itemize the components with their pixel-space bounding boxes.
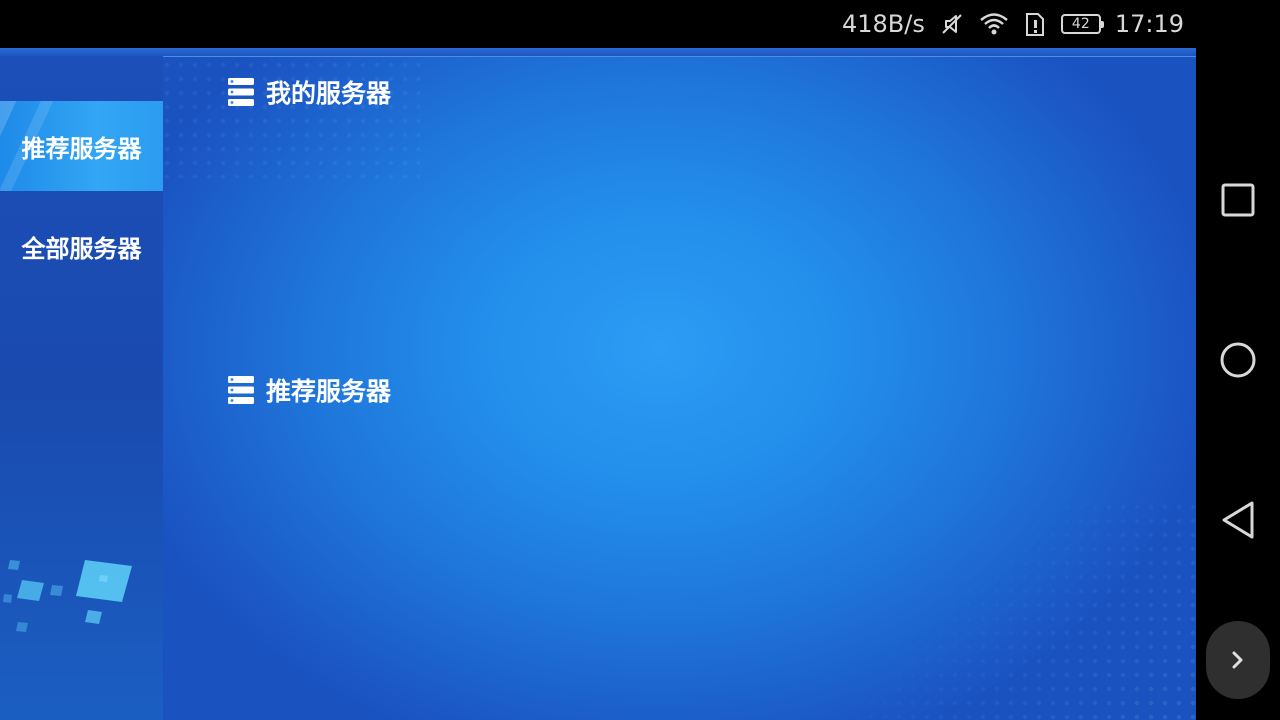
battery-level: 42 bbox=[1060, 14, 1104, 34]
server-icon bbox=[228, 376, 254, 404]
wifi-icon bbox=[979, 12, 1009, 36]
back-button[interactable] bbox=[1196, 480, 1280, 560]
home-button[interactable] bbox=[1196, 320, 1280, 400]
tab-all-servers[interactable]: 全部服务器 bbox=[0, 201, 163, 291]
dot-pattern-decoration bbox=[836, 500, 1196, 720]
floating-expand-button[interactable] bbox=[1206, 621, 1270, 699]
section-header-my-servers: 我的服务器 bbox=[228, 74, 391, 110]
battery-icon: 42 bbox=[1060, 14, 1104, 34]
home-icon bbox=[1220, 342, 1256, 378]
status-bar: 418B/s 42 17:19 bbox=[0, 0, 1196, 48]
recents-button[interactable] bbox=[1196, 160, 1280, 240]
chevron-right-icon bbox=[1232, 651, 1243, 669]
tab-recommended-servers[interactable]: 推荐服务器 bbox=[0, 101, 163, 191]
tab-label: 全部服务器 bbox=[21, 234, 142, 263]
navigation-bar bbox=[1196, 0, 1280, 720]
app-content: 推荐服务器 全部服务器 我的服务器 推荐服务器 bbox=[0, 48, 1196, 720]
top-divider bbox=[0, 48, 1196, 57]
mute-icon bbox=[939, 11, 965, 37]
status-indicators: 418B/s 42 17:19 bbox=[842, 0, 1184, 48]
section-header-recommended-servers: 推荐服务器 bbox=[228, 372, 391, 408]
screen: 418B/s 42 17:19 推荐服务器 全部服务器 我的服务器 推荐服务器 bbox=[0, 0, 1280, 720]
clock: 17:19 bbox=[1114, 10, 1184, 38]
sidebar: 推荐服务器 全部服务器 bbox=[0, 56, 163, 720]
net-speed: 418B/s bbox=[841, 10, 925, 38]
tab-label: 推荐服务器 bbox=[21, 134, 142, 163]
section-title: 我的服务器 bbox=[266, 79, 392, 108]
section-title: 推荐服务器 bbox=[266, 377, 392, 406]
recents-icon bbox=[1221, 183, 1255, 217]
pixel-decoration bbox=[3, 560, 132, 632]
back-icon bbox=[1222, 501, 1254, 539]
sim-alert-icon bbox=[1023, 11, 1047, 37]
server-icon bbox=[228, 78, 254, 106]
